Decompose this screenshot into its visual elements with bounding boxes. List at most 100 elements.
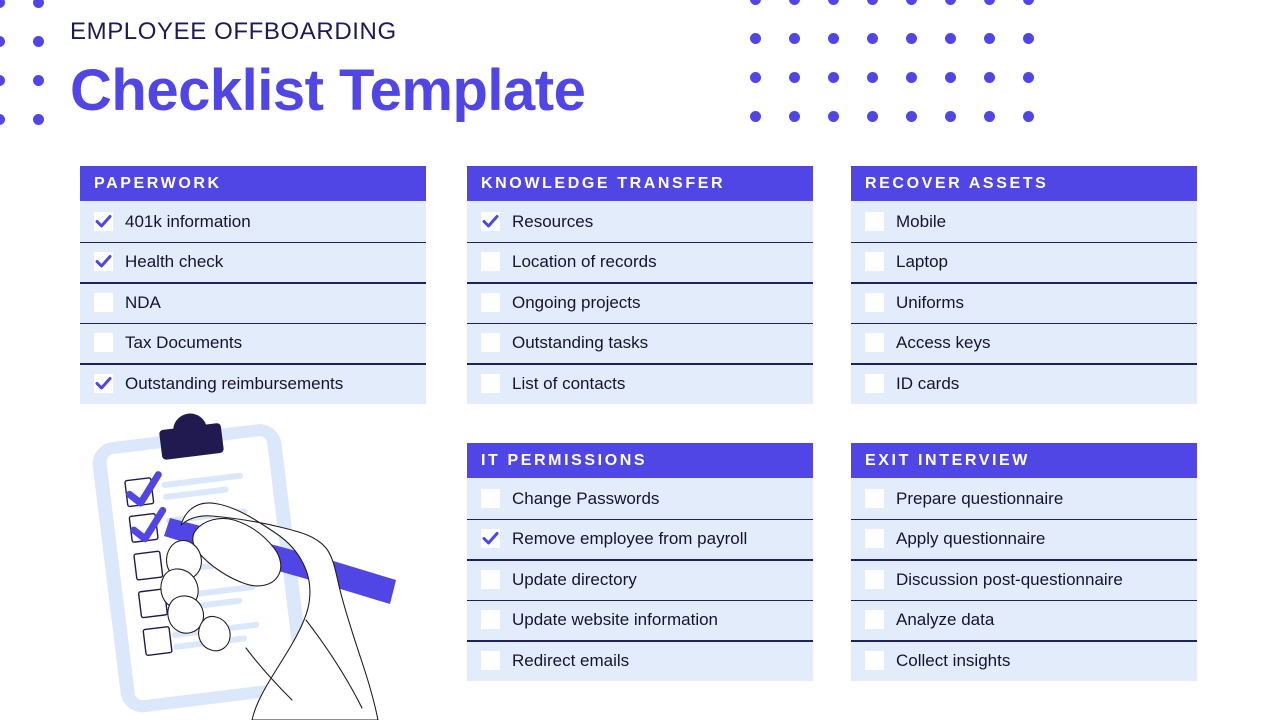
checklist-item[interactable]: Tax Documents <box>80 322 426 364</box>
checkbox-unchecked-icon[interactable] <box>865 529 884 549</box>
checklist-item[interactable]: Outstanding tasks <box>467 322 813 364</box>
checklist-item-label: Resources <box>512 211 594 231</box>
checklist-card-paperwork: PAPERWORK 401k information Health check NDA… <box>80 166 426 404</box>
checkbox-unchecked-icon[interactable] <box>481 373 500 393</box>
checkbox-unchecked-icon[interactable] <box>481 650 500 670</box>
card-title-it-permissions: IT PERMISSIONS <box>481 451 648 469</box>
checklist-item[interactable]: Mobile <box>851 201 1197 242</box>
card-body-paperwork: 401k information Health check NDA Tax Docum… <box>80 201 426 404</box>
checklist-item[interactable]: 401k information <box>80 201 426 242</box>
card-header-exit-interview: EXIT INTERVIEW <box>851 443 1197 478</box>
page-title: Checklist Template <box>70 57 586 123</box>
checkbox-unchecked-icon[interactable] <box>865 569 884 589</box>
checklist-item[interactable]: Location of records <box>467 241 813 283</box>
checkbox-unchecked-icon[interactable] <box>865 610 884 630</box>
card-title-recover-assets: RECOVER ASSETS <box>865 174 1049 192</box>
checkbox-unchecked-icon[interactable] <box>865 333 884 353</box>
decor-right-dot <box>1023 111 1034 122</box>
checklist-card-it-permissions: IT PERMISSIONS Change Passwords Remove emp… <box>467 443 813 681</box>
checkbox-unchecked-icon[interactable] <box>94 333 113 353</box>
checklist-item-label: Uniforms <box>896 292 965 312</box>
checklist-item-label: Analyze data <box>896 610 995 630</box>
checklist-item-label: NDA <box>125 292 161 312</box>
checkbox-unchecked-icon[interactable] <box>481 252 500 272</box>
checklist-item[interactable]: Redirect emails <box>467 640 813 681</box>
decor-right-dot <box>789 33 800 44</box>
checklist-item[interactable]: Uniforms <box>851 282 1197 323</box>
checklist-item-label: Mobile <box>896 211 947 231</box>
decor-left-dot <box>0 36 5 47</box>
decor-right-dot <box>906 72 917 83</box>
decor-right-dot <box>867 33 878 44</box>
decor-left-dot <box>0 114 5 125</box>
checkbox-checked-icon[interactable] <box>94 373 113 393</box>
card-header-recover-assets: RECOVER ASSETS <box>851 166 1197 201</box>
checklist-item[interactable]: Analyze data <box>851 599 1197 641</box>
card-body-knowledge-transfer: Resources Location of records Ongoing proj… <box>467 201 813 404</box>
checklist-item[interactable]: Update directory <box>467 559 813 600</box>
checklist-item[interactable]: Remove employee from payroll <box>467 518 813 560</box>
checklist-item-label: Discussion post-questionnaire <box>896 569 1123 589</box>
checklist-item-label: Change Passwords <box>512 488 660 508</box>
checkbox-checked-icon[interactable] <box>94 252 113 272</box>
checklist-item[interactable]: Health check <box>80 241 426 283</box>
checkbox-unchecked-icon[interactable] <box>865 252 884 272</box>
checklist-item[interactable]: ID cards <box>851 363 1197 404</box>
checklist-card-exit-interview: EXIT INTERVIEW Prepare questionnaire Apply… <box>851 443 1197 681</box>
checklist-item[interactable]: NDA <box>80 282 426 323</box>
checklist-item[interactable]: List of contacts <box>467 363 813 404</box>
checklist-item[interactable]: Update website information <box>467 599 813 641</box>
checklist-item-label: Location of records <box>512 252 657 272</box>
checkbox-unchecked-icon[interactable] <box>481 569 500 589</box>
card-body-exit-interview: Prepare questionnaire Apply questionnaire… <box>851 478 1197 681</box>
checklist-item[interactable]: Access keys <box>851 322 1197 364</box>
decor-left-dot <box>33 0 44 8</box>
decor-right-dot <box>789 0 800 5</box>
card-title-exit-interview: EXIT INTERVIEW <box>865 451 1031 469</box>
checklist-item[interactable]: Prepare questionnaire <box>851 478 1197 519</box>
checklist-item[interactable]: Apply questionnaire <box>851 518 1197 560</box>
checkbox-checked-icon[interactable] <box>481 529 500 549</box>
checklist-item-label: Laptop <box>896 252 948 272</box>
checklist-item-label: Prepare questionnaire <box>896 488 1064 508</box>
checkbox-unchecked-icon[interactable] <box>865 650 884 670</box>
checkbox-unchecked-icon[interactable] <box>865 211 884 231</box>
checklist-item-label: Ongoing projects <box>512 292 641 312</box>
card-title-knowledge-transfer: KNOWLEDGE TRANSFER <box>481 174 726 192</box>
decor-right-dot <box>945 33 956 44</box>
decor-right-dot <box>984 72 995 83</box>
decor-left-dot <box>0 75 5 86</box>
checklist-item[interactable]: Outstanding reimbursements <box>80 363 426 404</box>
decor-right-dot <box>906 111 917 122</box>
hand-checking-clipboard-illustration <box>78 408 458 720</box>
checkbox-checked-icon[interactable] <box>94 211 113 231</box>
card-body-it-permissions: Change Passwords Remove employee from pay… <box>467 478 813 681</box>
checklist-item[interactable]: Resources <box>467 201 813 242</box>
card-header-knowledge-transfer: KNOWLEDGE TRANSFER <box>467 166 813 201</box>
checklist-item[interactable]: Collect insights <box>851 640 1197 681</box>
decor-left-dot <box>33 36 44 47</box>
decor-right-dot <box>828 0 839 5</box>
checklist-item-label: List of contacts <box>512 373 626 393</box>
checklist-item-label: Health check <box>125 252 224 272</box>
card-header-paperwork: PAPERWORK <box>80 166 426 201</box>
checkbox-checked-icon[interactable] <box>481 211 500 231</box>
checklist-item[interactable]: Ongoing projects <box>467 282 813 323</box>
decor-right-dot <box>828 111 839 122</box>
checkbox-unchecked-icon[interactable] <box>481 333 500 353</box>
checklist-item-label: Update directory <box>512 569 637 589</box>
card-body-recover-assets: Mobile Laptop Uniforms Access keys ID cards <box>851 201 1197 404</box>
decor-right-dot <box>1023 33 1034 44</box>
checklist-item-label: Redirect emails <box>512 650 630 670</box>
checkbox-unchecked-icon[interactable] <box>481 610 500 630</box>
checkbox-unchecked-icon[interactable] <box>94 292 113 312</box>
checklist-item[interactable]: Laptop <box>851 241 1197 283</box>
checkbox-unchecked-icon[interactable] <box>865 488 884 508</box>
checkbox-unchecked-icon[interactable] <box>481 292 500 312</box>
checkbox-unchecked-icon[interactable] <box>865 373 884 393</box>
page-eyebrow: EMPLOYEE OFFBOARDING <box>70 18 397 45</box>
checklist-item[interactable]: Discussion post-questionnaire <box>851 559 1197 600</box>
checkbox-unchecked-icon[interactable] <box>865 292 884 312</box>
checkbox-unchecked-icon[interactable] <box>481 488 500 508</box>
checklist-item[interactable]: Change Passwords <box>467 478 813 519</box>
